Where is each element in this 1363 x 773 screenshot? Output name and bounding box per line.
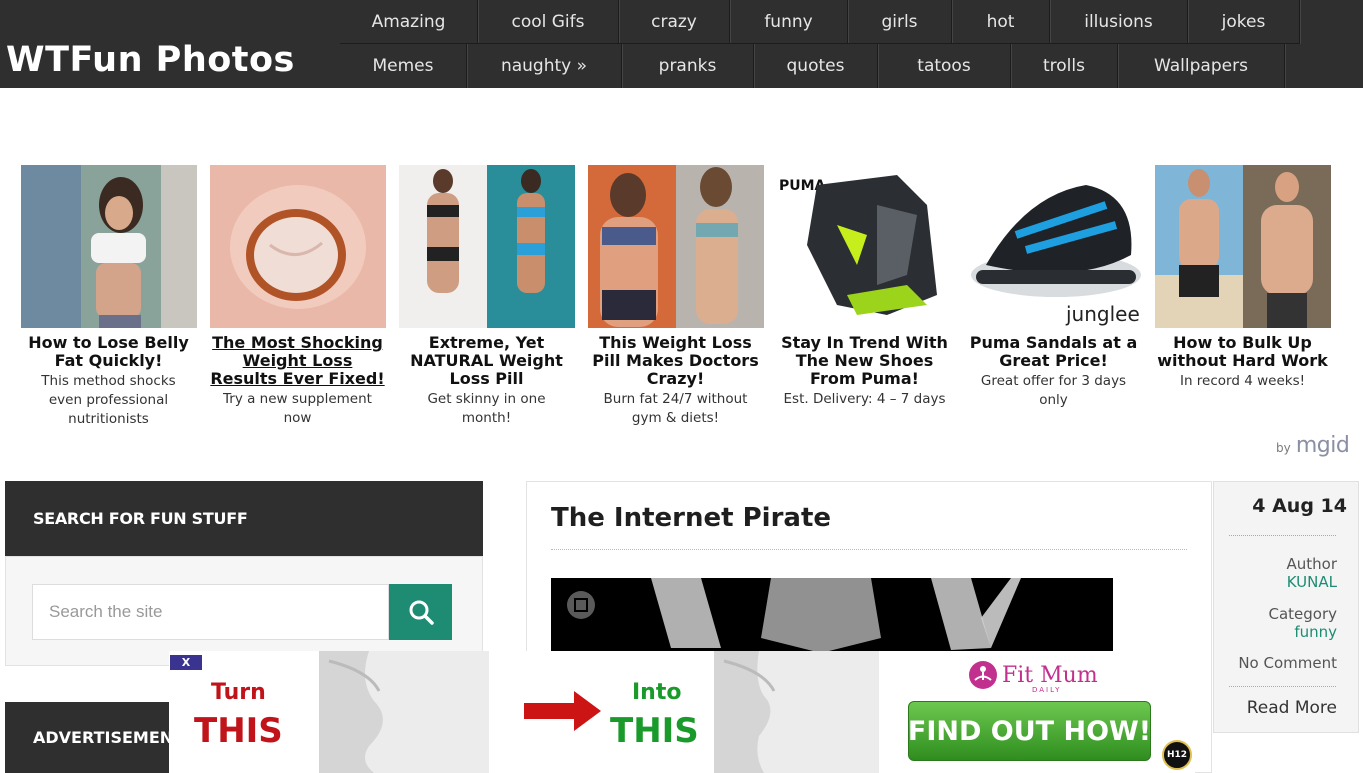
nav-row-secondary: Memes naughty » pranks quotes tatoos tro…: [340, 44, 1285, 88]
post-date: 4 Aug 14: [1252, 495, 1347, 517]
nav-item-wallpapers[interactable]: Wallpapers: [1118, 44, 1285, 88]
ad-thumbnail[interactable]: [1154, 165, 1331, 328]
junglee-logo-text: junglee: [1065, 302, 1140, 326]
ad-title[interactable]: How to Bulk Up without Hard Work: [1148, 334, 1337, 370]
read-more-link[interactable]: Read More: [1213, 698, 1337, 718]
ad-title[interactable]: Extreme, Yet NATURAL Weight Loss Pill: [392, 334, 581, 388]
category-link[interactable]: funny: [1213, 623, 1337, 641]
ad-description: In record 4 weeks!: [1179, 373, 1306, 389]
ad-thumbnail[interactable]: [20, 165, 197, 328]
ad-this-result-text: THIS: [610, 711, 699, 751]
category-label: Category: [1268, 605, 1337, 623]
meta-divider: [1229, 686, 1336, 687]
ad-card[interactable]: Extreme, Yet NATURAL Weight Loss Pill Ge…: [392, 165, 581, 429]
ad-card[interactable]: PUMA Stay In Trend With The New Shoes Fr…: [770, 165, 959, 429]
fitmum-subtitle: DAILY: [1032, 686, 1062, 694]
nav-item-funny[interactable]: funny: [730, 0, 848, 44]
ad-card[interactable]: The Most Shocking Weight Loss Results Ev…: [203, 165, 392, 429]
author-label: Author: [1286, 555, 1337, 573]
nav-item-pranks[interactable]: pranks: [622, 44, 754, 88]
arrow-right-icon: [524, 691, 601, 731]
h12-badge: H12: [1162, 740, 1192, 770]
nav-item-crazy[interactable]: crazy: [619, 0, 730, 44]
post-divider: [551, 549, 1187, 550]
nav-item-quotes[interactable]: quotes: [754, 44, 878, 88]
site-logo[interactable]: WTFun Photos: [6, 40, 295, 80]
nav-item-illusions[interactable]: illusions: [1050, 0, 1188, 44]
nav-item-jokes[interactable]: jokes: [1188, 0, 1300, 44]
ad-this-text: THIS: [194, 711, 283, 751]
nav-item-girls[interactable]: girls: [848, 0, 952, 44]
fitmum-brand: Fit Mum: [1002, 662, 1098, 688]
ad-description: Burn fat 24/7 without gym & diets!: [603, 391, 748, 426]
mgid-attribution[interactable]: by mgid: [1276, 433, 1350, 458]
ad-turn-text: Turn: [211, 680, 266, 705]
search-input[interactable]: [32, 584, 389, 640]
nav-item-trolls[interactable]: trolls: [1011, 44, 1118, 88]
ad-description: Great offer for 3 days only: [980, 373, 1127, 408]
ad-description: Est. Delivery: 4 – 7 days: [783, 391, 946, 407]
nav-item-naughty[interactable]: naughty »: [467, 44, 622, 88]
ad-card[interactable]: How to Lose Belly Fat Quickly! This meth…: [14, 165, 203, 429]
mgid-by-label: by: [1276, 441, 1291, 455]
ad-description: Try a new supplement now: [223, 391, 372, 426]
ad-into-text: Into: [632, 680, 682, 705]
comment-count[interactable]: No Comment: [1213, 654, 1337, 672]
mgid-logo[interactable]: mgid: [1296, 433, 1350, 458]
nav-item-tatoos[interactable]: tatoos: [878, 44, 1011, 88]
ad-title[interactable]: The Most Shocking Weight Loss Results Ev…: [203, 334, 392, 388]
post-title[interactable]: The Internet Pirate: [551, 503, 831, 533]
ad-title[interactable]: How to Lose Belly Fat Quickly!: [14, 334, 203, 370]
ad-thumbnail[interactable]: junglee: [965, 165, 1142, 328]
ad-description: This method shocks even professional nut…: [41, 373, 176, 427]
meta-divider: [1229, 535, 1336, 536]
ad-description: Get skinny in one month!: [427, 391, 546, 426]
ad-thumbnail[interactable]: [587, 165, 764, 328]
ad-title[interactable]: This Weight Loss Pill Makes Doctors Craz…: [581, 334, 770, 388]
ad-thumbnail[interactable]: PUMA: [776, 165, 953, 328]
find-out-how-button[interactable]: FIND OUT HOW!: [908, 701, 1151, 761]
lightbox-icon[interactable]: [567, 591, 595, 619]
yoga-icon: [969, 661, 997, 689]
search-widget-heading: SEARCH FOR FUN STUFF: [5, 481, 483, 556]
ad-title[interactable]: Puma Sandals at a Great Price!: [959, 334, 1148, 370]
ad-title[interactable]: Stay In Trend With The New Shoes From Pu…: [770, 334, 959, 388]
author-link[interactable]: KUNAL: [1213, 573, 1337, 591]
close-ad-button[interactable]: X: [170, 655, 202, 670]
ad-thumbnail[interactable]: [398, 165, 575, 328]
sponsored-ads-grid: How to Lose Belly Fat Quickly! This meth…: [14, 165, 1354, 429]
ad-thumbnail[interactable]: [209, 165, 386, 328]
ad-card[interactable]: junglee Puma Sandals at a Great Price! G…: [959, 165, 1148, 429]
search-icon: [409, 600, 434, 625]
nav-item-cool-gifs[interactable]: cool Gifs: [478, 0, 619, 44]
nav-item-hot[interactable]: hot: [952, 0, 1050, 44]
search-button[interactable]: [389, 584, 452, 640]
ad-card[interactable]: How to Bulk Up without Hard Work In reco…: [1148, 165, 1337, 429]
nav-row-primary: Amazing cool Gifs crazy funny girls hot …: [340, 0, 1300, 44]
ad-card[interactable]: This Weight Loss Pill Makes Doctors Craz…: [581, 165, 770, 429]
nav-item-amazing[interactable]: Amazing: [340, 0, 478, 44]
nav-item-memes[interactable]: Memes: [340, 44, 467, 88]
